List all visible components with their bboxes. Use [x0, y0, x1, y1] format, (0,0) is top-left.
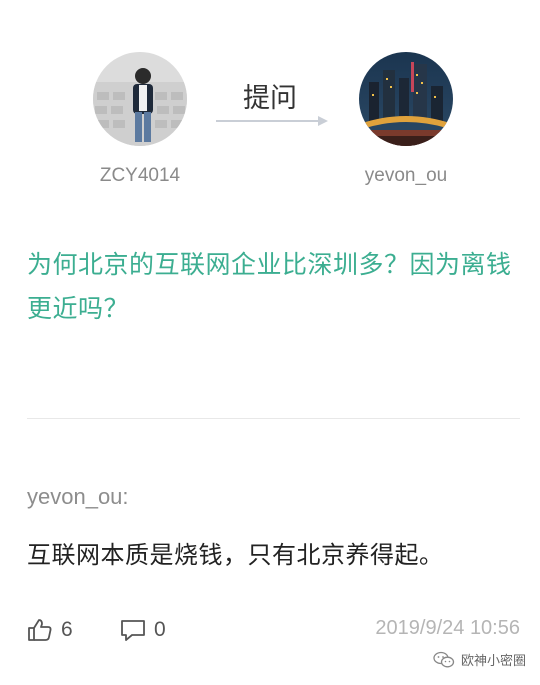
comment-icon [121, 620, 145, 641]
ask-label: 提问 [243, 83, 297, 114]
comment-count: 0 [154, 618, 166, 641]
timestamp: 2019/9/24 10:56 [375, 617, 520, 639]
answerer-avatar[interactable] [359, 52, 453, 146]
answer-author: yevon_ou: [27, 484, 129, 509]
answerer-name[interactable]: yevon_ou [316, 165, 496, 187]
thumbs-up-icon [28, 619, 52, 641]
wechat-icon [433, 651, 455, 667]
answer-actions: 6 0 2019/9/24 10:56 [27, 615, 520, 645]
watermark: 欧神小密圈 [433, 650, 526, 669]
like-count: 6 [61, 618, 73, 641]
asker-avatar[interactable] [93, 52, 187, 146]
divider [27, 418, 520, 419]
ask-header: 提问 ZCY4014 yevon_ou [0, 50, 540, 200]
answer-text: 互联网本质是烧钱，只有北京养得起。 [27, 541, 444, 569]
watermark-text: 欧神小密圈 [460, 654, 526, 669]
comment-button[interactable]: 0 [120, 615, 166, 645]
asker-name[interactable]: ZCY4014 [50, 165, 230, 187]
arrow-right-icon [216, 116, 328, 126]
question-text: 为何北京的互联网企业比深圳多？因为离钱更近吗？ [27, 250, 512, 323]
like-button[interactable]: 6 [27, 615, 73, 645]
